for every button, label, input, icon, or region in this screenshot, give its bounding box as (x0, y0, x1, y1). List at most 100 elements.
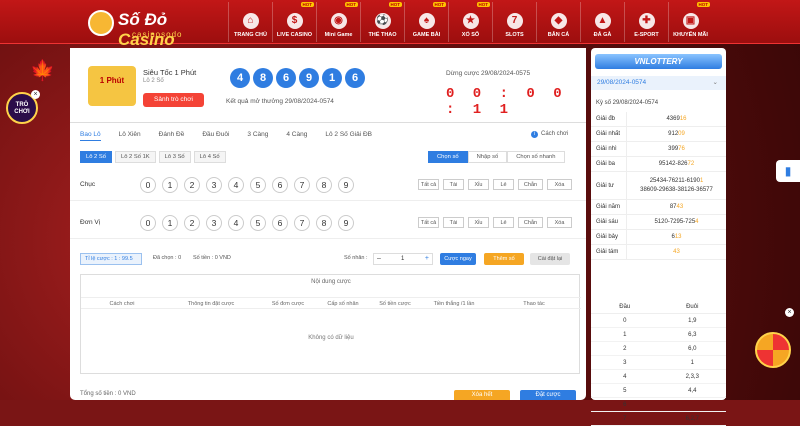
quick-pick-button[interactable]: Tài (443, 217, 464, 228)
digit-button[interactable]: 3 (206, 215, 222, 231)
digit-button[interactable]: 1 (162, 177, 178, 193)
countdown-label: Dừng cược 29/08/2024-0575 (446, 70, 531, 77)
digit-button[interactable]: 9 (338, 177, 354, 193)
nav-item-7[interactable]: ◆ BẮN CÁ (536, 2, 580, 42)
digit-button[interactable]: 2 (184, 215, 200, 231)
prize-highlight: 13 (674, 234, 682, 240)
nav-item-3[interactable]: ⚽ THỂ THAO HOT (360, 2, 404, 42)
subtab-0[interactable]: Lô 2 Số (80, 151, 112, 163)
digit-button[interactable]: 0 (140, 177, 156, 193)
nav-item-5[interactable]: ★ XỔ SỐ HOT (448, 2, 492, 42)
quick-pick-button[interactable]: Lẻ (493, 179, 514, 190)
digit-button[interactable]: 3 (206, 177, 222, 193)
lucky-wheel-icon[interactable] (755, 332, 791, 368)
digit-button[interactable]: 0 (140, 215, 156, 231)
digit-button[interactable]: 9 (338, 215, 354, 231)
quick-pick-button[interactable]: Tài (443, 179, 464, 190)
slot-icon: 7 (506, 13, 523, 29)
digit-button[interactable]: 6 (272, 215, 288, 231)
result-ball: 9 (299, 68, 319, 88)
hot-badge: HOT (476, 2, 490, 7)
prize-name: Giải nhì (591, 142, 627, 156)
digit-button[interactable]: 7 (294, 177, 310, 193)
quick-pick-button[interactable]: Xỉu (468, 179, 489, 190)
multiplier-stepper[interactable]: – 1 + (373, 253, 433, 265)
digit-button[interactable]: 8 (316, 215, 332, 231)
nav-item-9[interactable]: ✚ E-SPORT (624, 2, 668, 42)
quick-pick-button[interactable]: Tất cả (418, 179, 439, 190)
mode-0[interactable]: Chọn số (428, 151, 468, 163)
mode-1[interactable]: Nhập số (467, 151, 508, 163)
close-icon[interactable]: × (31, 90, 40, 99)
place-bet-button[interactable]: Đặt cược (520, 390, 576, 400)
column-header: Tiền thắng /1 lần (433, 301, 475, 307)
bet-now-button[interactable]: Cược ngay (440, 253, 476, 265)
prize-number: 912 (668, 131, 679, 137)
tab-6[interactable]: Lô 2 Số Giải ĐB (325, 131, 372, 141)
clear-all-button[interactable]: Xóa hết (454, 390, 510, 400)
quick-pick-button[interactable]: Xóa (547, 179, 572, 190)
digit-button[interactable]: 1 (162, 215, 178, 231)
bet-table: Nội dung cược Cách chơi Thông tin đặt cượ… (80, 274, 581, 374)
digit-button[interactable]: 8 (316, 177, 332, 193)
digit-button[interactable]: 4 (228, 177, 244, 193)
nav-item-6[interactable]: 7 SLOTS (492, 2, 536, 42)
minus-button[interactable]: – (377, 255, 381, 262)
digit-button[interactable]: 7 (294, 215, 310, 231)
nav-item-label: ĐÁ GÀ (593, 32, 612, 38)
subtab-1[interactable]: Lô 2 Số 1K (114, 151, 156, 163)
tab-2[interactable]: Đánh Đề (159, 131, 185, 141)
nav-item-label: SLOTS (505, 32, 524, 38)
dd-cell: 1 (690, 360, 694, 366)
result-label: Kết quả mở thưởng 29/08/2024-0574 (226, 98, 334, 105)
nav-item-2[interactable]: ◉ Mini Game HOT (316, 2, 360, 42)
nav-item-8[interactable]: ▲ ĐÁ GÀ (580, 2, 624, 42)
quick-pick-button[interactable]: Xóa (547, 217, 572, 228)
tab-1[interactable]: Lô Xiên (119, 131, 141, 141)
prize-value: 613 (627, 230, 726, 244)
chart-icon[interactable]: ▮ (776, 160, 800, 182)
quick-pick-button[interactable]: Tất cả (418, 217, 439, 228)
selected-count: Đã chọn : 0 (153, 255, 182, 261)
nav-item-4[interactable]: ♠ GAME BÀI HOT (404, 2, 448, 42)
draw-selector[interactable]: 29/08/2024-0574 ⌄ (591, 76, 726, 90)
reset-button[interactable]: Cài đặt lại (530, 253, 570, 265)
subtab-2[interactable]: Lô 3 Số (158, 151, 191, 163)
dd-cell: 7 (623, 416, 627, 422)
controller-icon: ✚ (638, 13, 655, 29)
add-number-button[interactable]: Thêm số (484, 253, 524, 265)
plus-button[interactable]: + (425, 255, 429, 262)
tab-3[interactable]: Đầu Đuôi (202, 131, 229, 141)
nav-item-1[interactable]: $ LIVE CASINO HOT (272, 2, 316, 42)
tab-0[interactable]: Bao Lô (80, 131, 101, 141)
digit-button[interactable]: 6 (272, 177, 288, 193)
subtab-3[interactable]: Lô 4 Số (193, 151, 226, 163)
prize-highlight: 76 (678, 146, 685, 152)
empty-state: Không có dữ liệu (308, 335, 354, 341)
quick-pick-button[interactable]: Xỉu (468, 217, 489, 228)
prize-value: 91209 (627, 127, 726, 141)
help-link[interactable]: i Cách chơi (531, 131, 568, 138)
logo[interactable]: Số Đỏ Casino casinosodo (88, 8, 218, 49)
gamepad-icon: ◉ (330, 13, 347, 29)
lobby-button[interactable]: Sảnh trò chơi (143, 93, 204, 107)
chip-icon: $ (286, 13, 303, 29)
game-title: Siêu Tốc 1 Phút (143, 68, 197, 77)
digit-button[interactable]: 4 (228, 215, 244, 231)
close-icon[interactable]: × (785, 308, 794, 317)
prize-highlight: 16 (679, 116, 687, 122)
quick-pick-button[interactable]: Chẵn (518, 217, 543, 228)
chevron-down-icon: ⌄ (712, 79, 718, 86)
digit-button[interactable]: 5 (250, 177, 266, 193)
tab-5[interactable]: 4 Càng (286, 131, 307, 141)
result-ball: 6 (345, 68, 365, 88)
tab-4[interactable]: 3 Càng (247, 131, 268, 141)
quick-pick-button[interactable]: Lẻ (493, 217, 514, 228)
nav-item-0[interactable]: ⌂ TRANG CHỦ (228, 2, 272, 42)
digit-button[interactable]: 5 (250, 215, 266, 231)
column-header: Số tiền cược (379, 301, 411, 307)
mode-2[interactable]: Chọn số nhanh (507, 151, 565, 163)
quick-pick-button[interactable]: Chẵn (518, 179, 543, 190)
nav-item-10[interactable]: ▣ KHUYẾN MÃI HOT (668, 2, 712, 42)
digit-button[interactable]: 2 (184, 177, 200, 193)
